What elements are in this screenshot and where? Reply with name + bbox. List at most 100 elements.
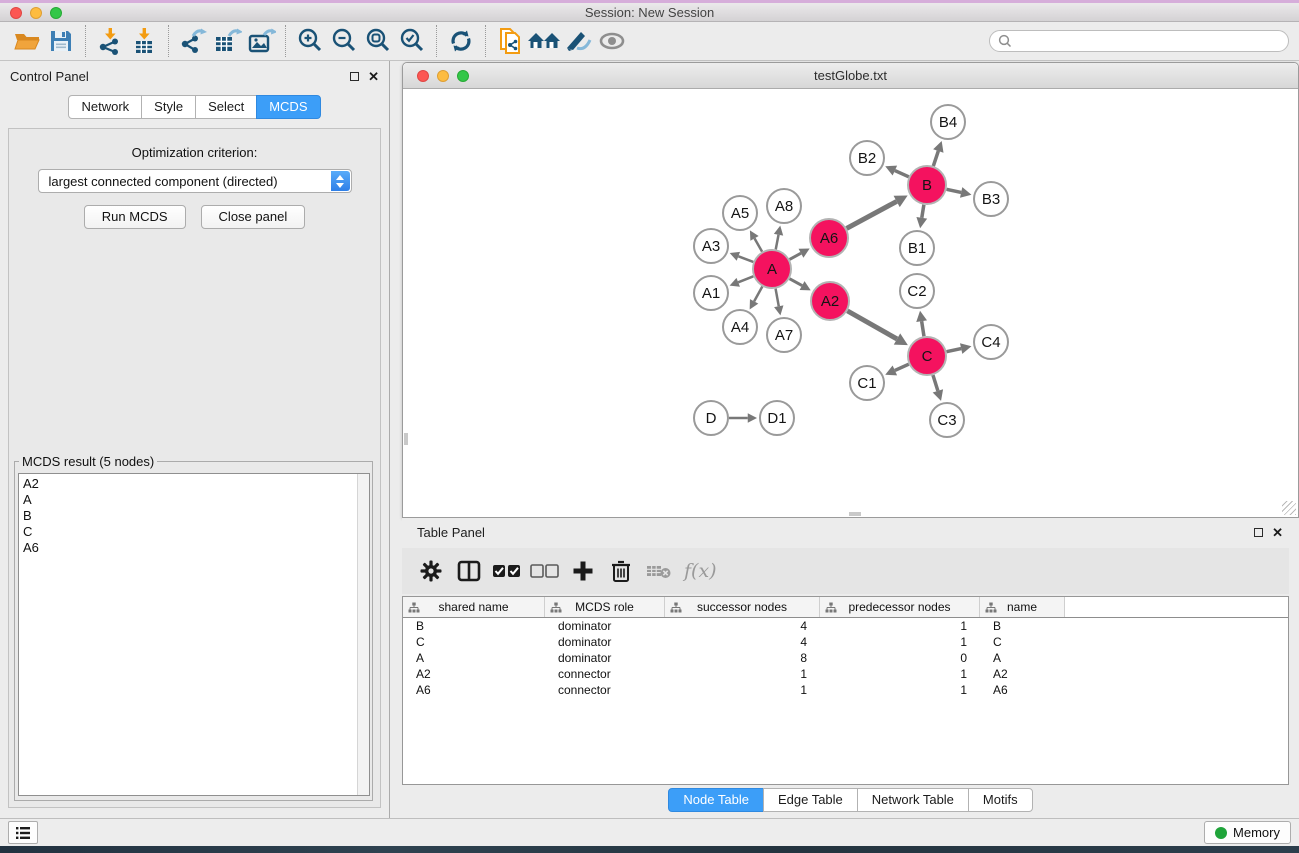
table-settings-button[interactable] [414, 553, 448, 589]
table-cell[interactable]: A2 [403, 667, 545, 681]
table-cell[interactable]: 0 [820, 651, 980, 665]
table-cell[interactable]: 1 [820, 683, 980, 697]
node-table[interactable]: shared nameMCDS rolesuccessor nodesprede… [402, 596, 1289, 785]
zoom-out-button[interactable] [327, 25, 361, 57]
table-row[interactable]: A6connector11A6 [403, 682, 1288, 698]
home-button[interactable] [527, 25, 561, 57]
graph-edge-A-A4[interactable] [754, 287, 762, 302]
import-network-button[interactable] [93, 25, 127, 57]
graph-edge-B-B2[interactable] [895, 171, 909, 177]
close-panel-button[interactable]: Close panel [201, 205, 306, 229]
export-network-button[interactable] [176, 25, 210, 57]
graph-edge-A-A6[interactable] [790, 253, 801, 259]
graph-edge-B-B3[interactable] [947, 189, 962, 192]
save-session-button[interactable] [44, 25, 78, 57]
table-cell[interactable]: dominator [545, 651, 665, 665]
table-cell[interactable]: B [980, 619, 1065, 633]
close-network-button[interactable] [417, 70, 429, 82]
table-cell[interactable]: 1 [665, 667, 820, 681]
table-cell[interactable]: 1 [820, 667, 980, 681]
tab-motifs[interactable]: Motifs [968, 788, 1033, 812]
table-cell[interactable]: 1 [820, 619, 980, 633]
column-header-predecessor-nodes[interactable]: predecessor nodes [820, 597, 980, 617]
tab-edge-table[interactable]: Edge Table [763, 788, 858, 812]
table-cell[interactable]: connector [545, 667, 665, 681]
select-all-button[interactable] [490, 553, 524, 589]
tab-network-table[interactable]: Network Table [857, 788, 969, 812]
open-session-button[interactable] [10, 25, 44, 57]
network-window-titlebar[interactable]: testGlobe.txt [403, 63, 1298, 89]
resize-grip[interactable] [1282, 501, 1296, 515]
float-table-panel-icon[interactable] [1254, 528, 1263, 537]
run-mcds-button[interactable]: Run MCDS [84, 205, 186, 229]
memory-button[interactable]: Memory [1204, 821, 1291, 844]
tab-mcds[interactable]: MCDS [256, 95, 320, 119]
graph-edge-A2-C[interactable] [847, 311, 897, 339]
tab-node-table[interactable]: Node Table [668, 788, 764, 812]
result-item[interactable]: A2 [23, 476, 369, 492]
graph-edge-A-A5[interactable] [755, 238, 763, 251]
table-cell[interactable]: connector [545, 683, 665, 697]
function-builder-button[interactable]: f(x) [680, 553, 717, 589]
result-list-scrollbar[interactable] [357, 474, 369, 795]
mcds-result-list[interactable]: A2ABCA6 [18, 473, 370, 796]
close-panel-icon[interactable]: ✕ [368, 70, 379, 83]
task-history-button[interactable] [8, 821, 38, 844]
graph-edge-A-A2[interactable] [790, 279, 803, 286]
graph-edge-A6-B[interactable] [847, 201, 897, 228]
column-header-name[interactable]: name [980, 597, 1065, 617]
graph-edge-A-A8[interactable] [776, 235, 779, 250]
graph-edge-C-C1[interactable] [895, 364, 909, 370]
minimize-window-button[interactable] [30, 7, 42, 19]
graph-edge-C-C3[interactable] [933, 375, 938, 391]
table-cell[interactable]: 4 [665, 635, 820, 649]
table-row[interactable]: Adominator80A [403, 650, 1288, 666]
network-canvas[interactable]: AA6A2BCA5A8A3A1A4A7B2B4B3B1C2C4C1C3DD1 [403, 89, 1298, 517]
result-item[interactable]: B [23, 508, 369, 524]
search-box[interactable] [989, 30, 1289, 52]
close-table-panel-icon[interactable]: ✕ [1272, 526, 1283, 539]
table-cell[interactable]: B [403, 619, 545, 633]
render-details-button[interactable] [561, 25, 595, 57]
export-image-button[interactable] [244, 25, 278, 57]
result-item[interactable]: A [23, 492, 369, 508]
zoom-fit-button[interactable] [361, 25, 395, 57]
table-cell[interactable]: C [980, 635, 1065, 649]
column-header-shared-name[interactable]: shared name [403, 597, 545, 617]
graph-edge-A-A3[interactable] [738, 256, 753, 262]
graph-edge-C-C2[interactable] [922, 321, 924, 336]
table-cell[interactable]: dominator [545, 635, 665, 649]
close-window-button[interactable] [10, 7, 22, 19]
zoom-selected-button[interactable] [395, 25, 429, 57]
table-cell[interactable]: 8 [665, 651, 820, 665]
maximize-window-button[interactable] [50, 7, 62, 19]
table-cell[interactable]: dominator [545, 619, 665, 633]
graph-edge-A-A1[interactable] [738, 276, 753, 282]
graph-edge-C-C4[interactable] [947, 349, 962, 352]
refresh-button[interactable] [444, 25, 478, 57]
table-row[interactable]: Bdominator41B [403, 618, 1288, 634]
add-column-button[interactable] [566, 553, 600, 589]
table-cell[interactable]: 1 [665, 683, 820, 697]
table-row[interactable]: Cdominator41C [403, 634, 1288, 650]
graph-edge-B-B1[interactable] [922, 205, 924, 218]
export-table-button[interactable] [210, 25, 244, 57]
table-cell[interactable]: A6 [403, 683, 545, 697]
table-cell[interactable]: A [403, 651, 545, 665]
float-panel-icon[interactable] [350, 72, 359, 81]
maximize-network-button[interactable] [457, 70, 469, 82]
criterion-select[interactable]: largest connected component (directed) [38, 169, 352, 193]
network-graph[interactable]: AA6A2BCA5A8A3A1A4A7B2B4B3B1C2C4C1C3DD1 [403, 89, 1297, 517]
tab-select[interactable]: Select [195, 95, 257, 119]
graph-edge-B-B4[interactable] [933, 151, 938, 166]
column-header-MCDS-role[interactable]: MCDS role [545, 597, 665, 617]
birds-eye-button[interactable] [595, 25, 629, 57]
table-cell[interactable]: 4 [665, 619, 820, 633]
zoom-in-button[interactable] [293, 25, 327, 57]
minimize-network-button[interactable] [437, 70, 449, 82]
deselect-all-button[interactable] [528, 553, 562, 589]
import-table-button[interactable] [127, 25, 161, 57]
table-cell[interactable]: A6 [980, 683, 1065, 697]
column-header-successor-nodes[interactable]: successor nodes [665, 597, 820, 617]
result-item[interactable]: A6 [23, 540, 369, 556]
